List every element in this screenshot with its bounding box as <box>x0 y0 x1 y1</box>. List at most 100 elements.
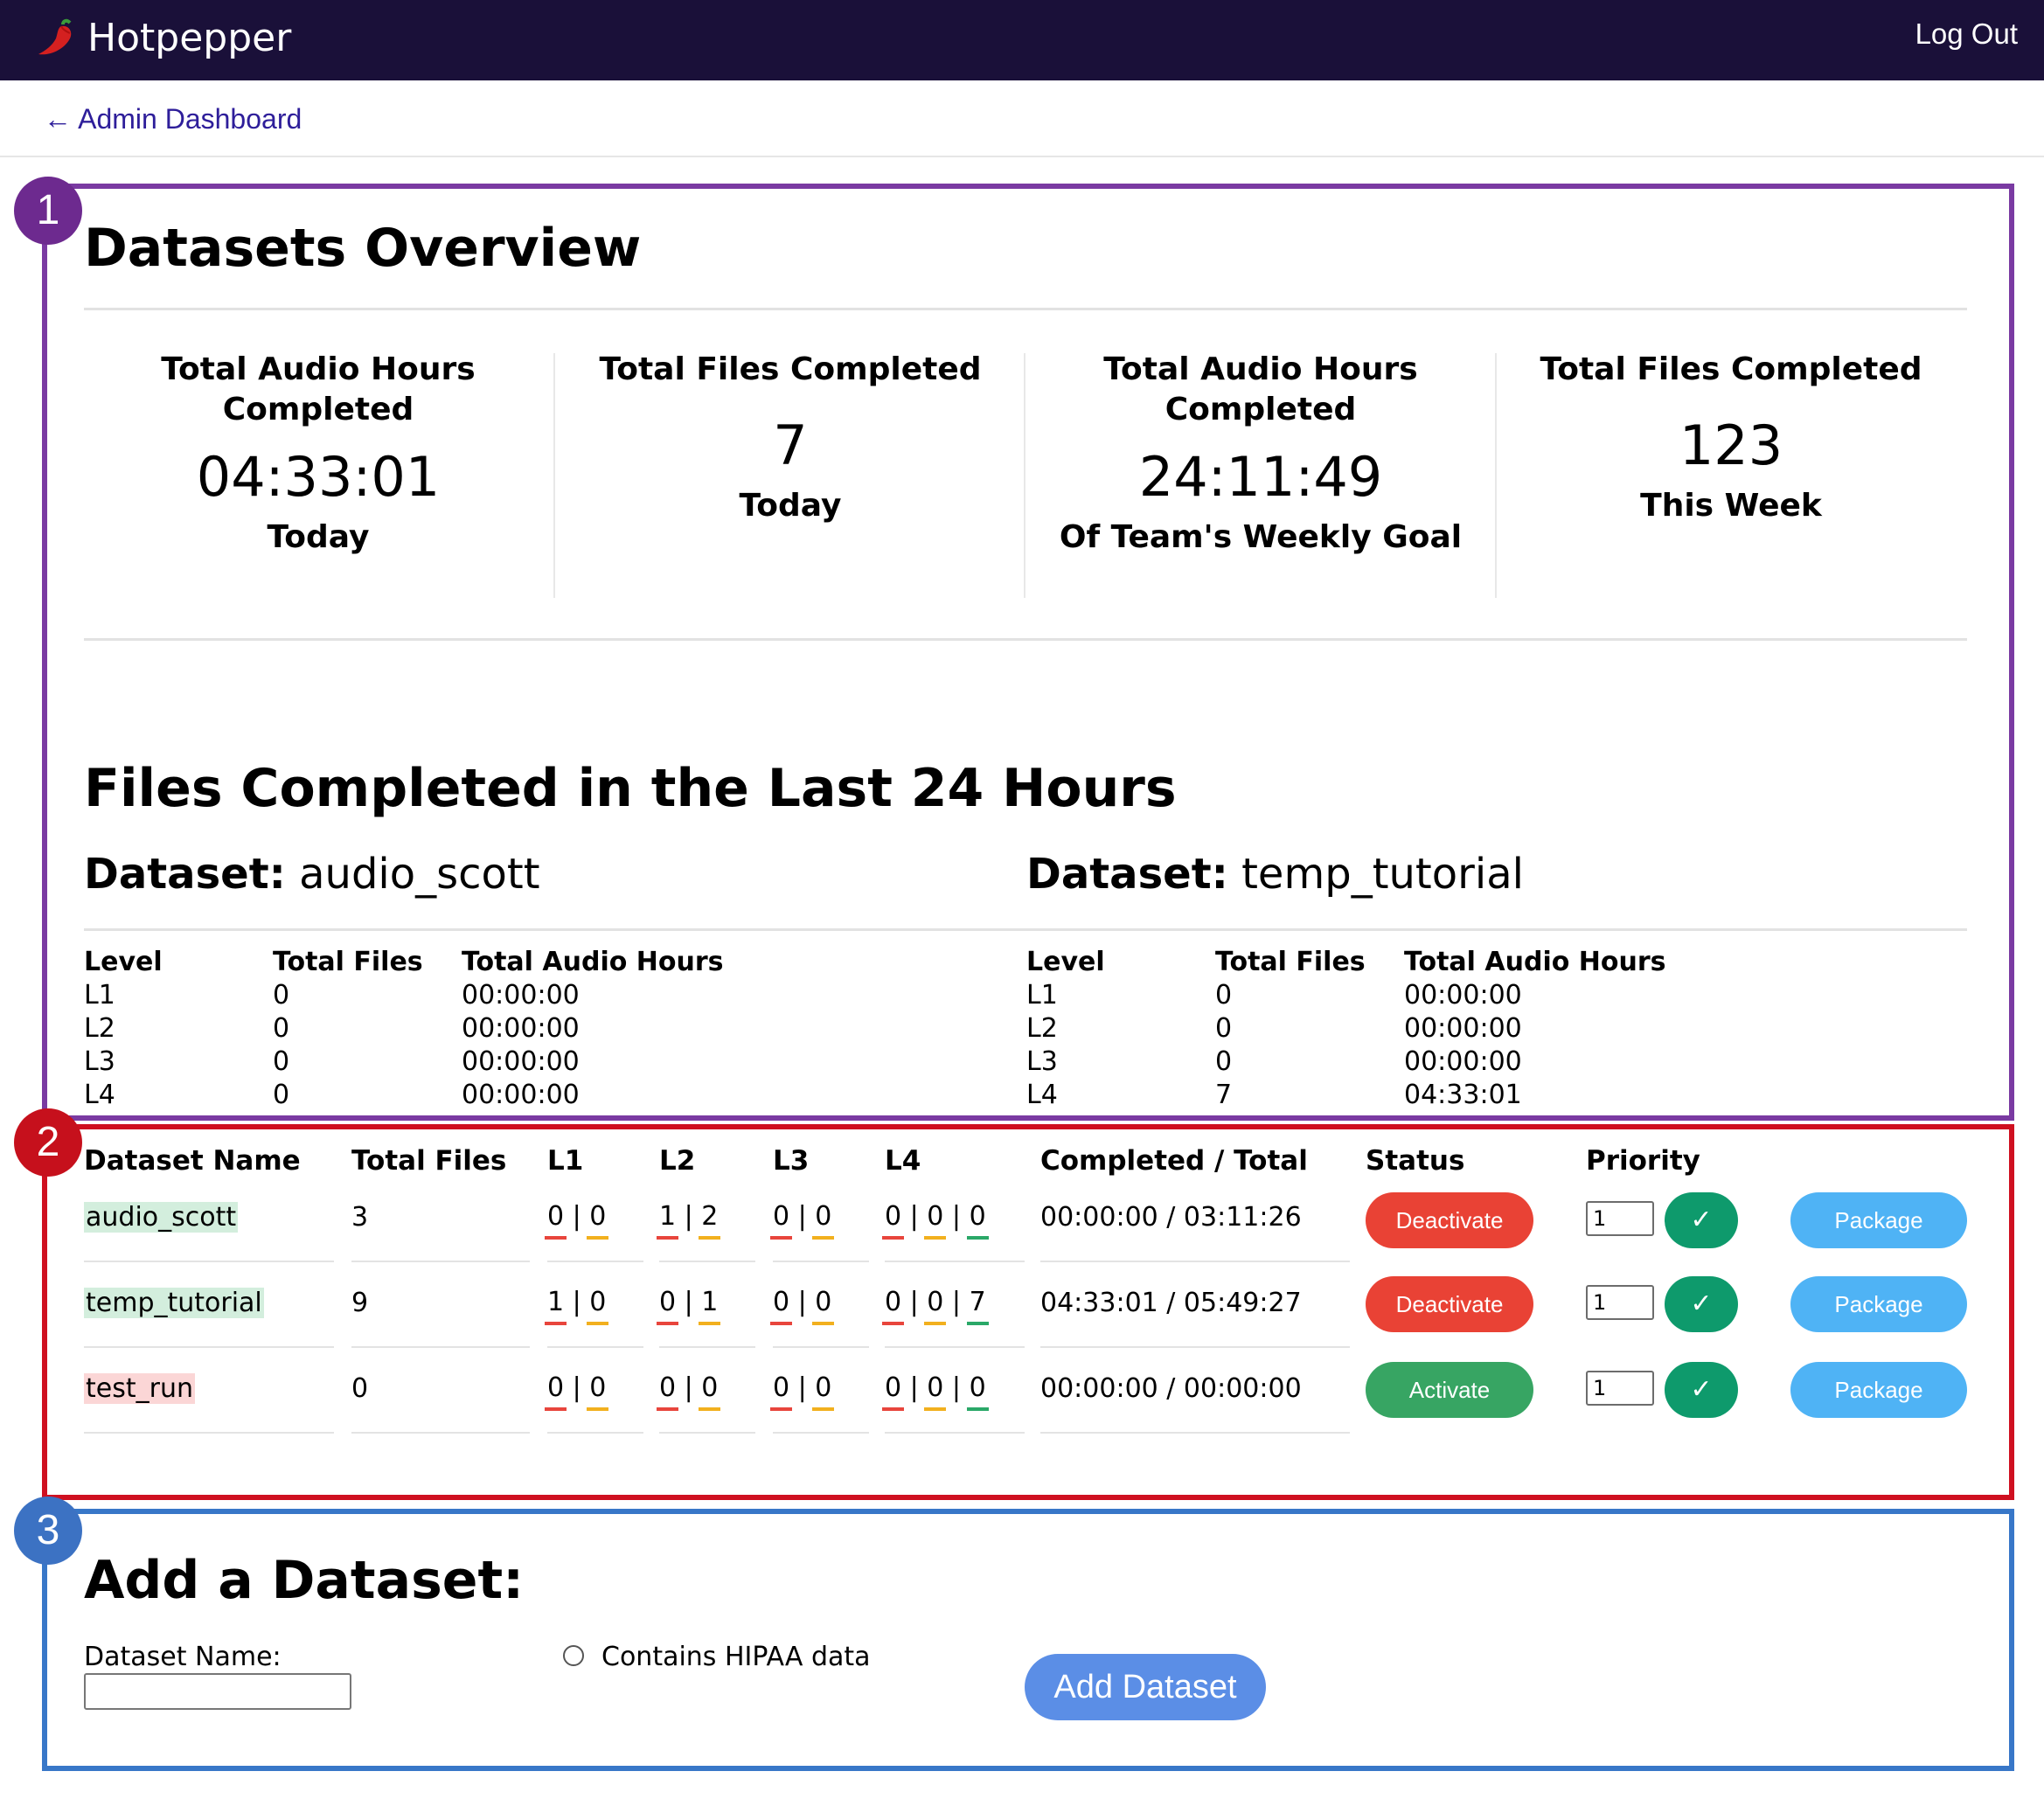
dataset-name[interactable]: test_run <box>84 1373 195 1404</box>
divider <box>351 1346 530 1348</box>
level-table-audio-scott: Level Total Files Total Audio Hours L1 0… <box>84 946 724 1112</box>
stat-card-audio-hours-today: Total Audio Hours Completed 04:33:01 Tod… <box>82 350 554 558</box>
deactivate-button[interactable]: Deactivate <box>1366 1192 1533 1248</box>
level-cell: L3 <box>1026 1046 1058 1077</box>
l4-counts: 0 | 0 | 7 <box>881 1285 989 1325</box>
section-badge-3: 3 <box>14 1497 82 1565</box>
column-header-l1: L1 <box>547 1145 584 1177</box>
table-header-row: Level Total Files Total Audio Hours <box>84 946 724 979</box>
divider <box>84 1261 334 1262</box>
l4-count-a: 0 <box>881 1371 905 1411</box>
checkmark-icon[interactable]: ✓ <box>1665 1362 1738 1418</box>
stat-card-files-this-week: Total Files Completed 123 This Week <box>1495 350 1967 526</box>
files-cell: 0 <box>273 1080 290 1110</box>
package-button[interactable]: Package <box>1790 1362 1967 1418</box>
stat-value: 24:11:49 <box>1138 445 1383 509</box>
stat-subtitle: Today <box>739 488 842 524</box>
stat-value: 04:33:01 <box>196 445 441 509</box>
priority-input[interactable]: 1 <box>1586 1201 1654 1236</box>
dataset-name[interactable]: audio_scott <box>84 1202 239 1233</box>
dataset-label-audio-scott: Dataset: audio_scott <box>84 846 540 902</box>
l1-count-b: 0 <box>587 1371 609 1411</box>
l1-count-b: 0 <box>587 1285 609 1325</box>
column-header-completed-total: Completed / Total <box>1040 1145 1308 1177</box>
package-button[interactable]: Package <box>1790 1192 1967 1248</box>
files-cell: 0 <box>273 1046 290 1077</box>
files-cell: 0 <box>1215 1046 1233 1077</box>
stat-card-audio-hours-weekly-goal: Total Audio Hours Completed 24:11:49 Of … <box>1025 350 1497 558</box>
add-dataset-button[interactable]: Add Dataset <box>1025 1654 1266 1720</box>
hours-cell: 00:00:00 <box>462 1046 580 1077</box>
files-last-24-hours-title: Files Completed in the Last 24 Hours <box>84 758 1177 819</box>
column-header-status: Status <box>1366 1145 1465 1177</box>
dataset-name-cell[interactable]: test_run <box>84 1371 195 1407</box>
hipaa-label[interactable]: Contains HIPAA data <box>601 1640 871 1675</box>
level-cell: L4 <box>84 1080 115 1110</box>
checkmark-icon[interactable]: ✓ <box>1665 1276 1738 1332</box>
activate-button[interactable]: Activate <box>1366 1362 1533 1418</box>
divider <box>773 1261 869 1262</box>
divider <box>773 1432 869 1434</box>
stat-value: 123 <box>1679 413 1783 477</box>
column-header: Total Files <box>273 947 423 977</box>
l2-counts: 0 | 0 <box>656 1371 721 1411</box>
column-header: Total Files <box>1215 947 1366 977</box>
l3-count-a: 0 <box>769 1371 793 1411</box>
dataset-name-cell[interactable]: temp_tutorial <box>84 1285 264 1322</box>
dataset-prefix: Dataset: <box>84 850 286 899</box>
logout-link[interactable]: Log Out <box>1915 14 2018 54</box>
l3-counts: 0 | 0 <box>769 1371 835 1411</box>
dataset-name-cell[interactable]: audio_scott <box>84 1199 239 1236</box>
l2-count-a: 0 <box>656 1285 679 1325</box>
radio-button-icon[interactable] <box>563 1645 584 1666</box>
table-row: L3 0 00:00:00 <box>84 1045 724 1079</box>
dataset-name[interactable]: temp_tutorial <box>84 1288 264 1318</box>
level-cell: L1 <box>1026 980 1058 1011</box>
divider <box>84 638 1967 641</box>
completed-total-cell: 00:00:00 / 00:00:00 <box>1040 1373 1302 1404</box>
checkmark-icon[interactable]: ✓ <box>1665 1192 1738 1248</box>
divider <box>659 1346 755 1348</box>
divider <box>84 308 1967 310</box>
l4-count-a: 0 <box>881 1285 905 1325</box>
stat-subtitle: Of Team's Weekly Goal <box>1059 519 1463 555</box>
level-cell: L2 <box>84 1013 115 1044</box>
priority-input[interactable]: 1 <box>1586 1371 1654 1406</box>
deactivate-button[interactable]: Deactivate <box>1366 1276 1533 1332</box>
table-row: L1 0 00:00:00 <box>84 979 724 1012</box>
files-cell: 0 <box>1215 980 1233 1011</box>
l2-count-b: 0 <box>699 1371 721 1411</box>
divider <box>1040 1346 1350 1348</box>
divider <box>547 1261 643 1262</box>
stat-subtitle: Today <box>267 519 370 555</box>
completed-total-cell: 04:33:01 / 05:49:27 <box>1040 1288 1302 1318</box>
back-to-admin-dashboard-link[interactable]: ← Admin Dashboard <box>44 100 302 138</box>
l1-counts: 1 | 0 <box>544 1285 609 1325</box>
stat-card-files-today: Total Files Completed 7 Today <box>554 350 1026 526</box>
l4-count-b: 0 <box>924 1371 947 1411</box>
chili-pepper-icon <box>38 18 72 55</box>
column-header-dataset-name: Dataset Name <box>84 1145 301 1177</box>
column-header-l3: L3 <box>773 1145 810 1177</box>
divider <box>84 1432 334 1434</box>
hours-cell: 00:00:00 <box>1404 1013 1522 1044</box>
stat-label: Total Audio Hours Completed <box>161 351 476 427</box>
column-header: Level <box>84 947 163 977</box>
dataset-name-input[interactable] <box>84 1673 351 1710</box>
l1-count-a: 1 <box>544 1285 567 1325</box>
divider <box>84 928 1967 931</box>
l1-counts: 0 | 0 <box>544 1199 609 1240</box>
brand-name[interactable]: Hotpepper <box>87 12 291 65</box>
table-row: L3 0 00:00:00 <box>1026 1045 1666 1079</box>
priority-input[interactable]: 1 <box>1586 1285 1654 1320</box>
table-row: L1 0 00:00:00 <box>1026 979 1666 1012</box>
l1-counts: 0 | 0 <box>544 1371 609 1411</box>
l4-counts: 0 | 0 | 0 <box>881 1371 989 1411</box>
package-button[interactable]: Package <box>1790 1276 1967 1332</box>
divider <box>885 1346 1025 1348</box>
dataset-prefix: Dataset: <box>1026 850 1228 899</box>
stat-subtitle: This Week <box>1640 488 1822 524</box>
dataset-name: temp_tutorial <box>1241 850 1524 899</box>
datasets-overview-title: Datasets Overview <box>84 218 642 279</box>
l2-count-b: 1 <box>699 1285 721 1325</box>
